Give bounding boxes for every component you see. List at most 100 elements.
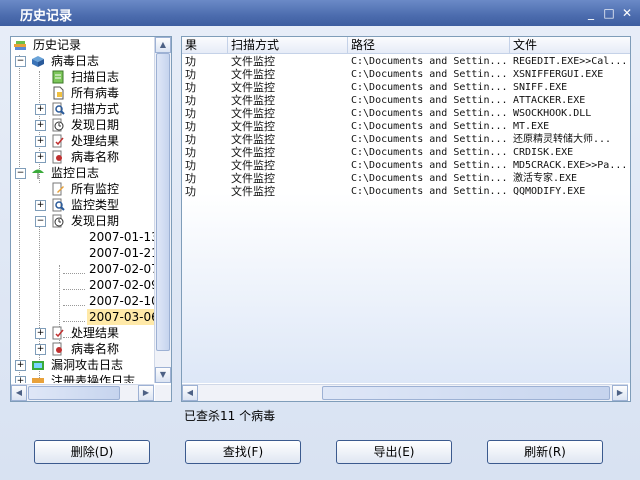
table-cell[interactable]: 功 xyxy=(185,107,223,120)
table-cell[interactable]: XSNIFFERGUI.EXE xyxy=(513,68,629,81)
expand-icon[interactable]: + xyxy=(35,344,46,355)
table-cell[interactable]: 功 xyxy=(185,81,223,94)
refresh-button[interactable]: 刷新(R) xyxy=(487,440,603,464)
clock-icon xyxy=(51,118,65,132)
find-button[interactable]: 查找(F) xyxy=(185,440,301,464)
tree-node-date[interactable]: 2007-01-21 xyxy=(87,245,154,261)
table-cell[interactable]: C:\Documents and Settin... xyxy=(351,120,506,133)
expand-icon[interactable]: + xyxy=(35,328,46,339)
table-cell[interactable]: C:\Documents and Settin... xyxy=(351,146,506,159)
tree-horizontal-scrollbar[interactable]: ◀ ▶ xyxy=(11,384,154,401)
maximize-button[interactable]: □ xyxy=(602,6,616,20)
table-cell[interactable]: 文件监控 xyxy=(231,81,343,94)
table-cell[interactable]: REGEDIT.EXE>>Cal... xyxy=(513,55,629,68)
tree-node-label: 所有监控 xyxy=(71,182,120,196)
table-cell[interactable]: 功 xyxy=(185,172,223,185)
table-cell[interactable]: 功 xyxy=(185,120,223,133)
minimize-button[interactable]: _ xyxy=(584,6,598,20)
export-button[interactable]: 导出(E) xyxy=(336,440,452,464)
table-cell[interactable]: 功 xyxy=(185,159,223,172)
record-list-panel[interactable]: 果 扫描方式 路径 文件 功文件监控 C:\Documents and Setti… xyxy=(181,36,631,402)
column-header-path[interactable]: 路径 xyxy=(348,37,510,54)
tree-node-date[interactable]: 2007-01-13 xyxy=(87,229,154,245)
table-cell[interactable]: 文件监控 xyxy=(231,94,343,107)
expand-icon[interactable]: + xyxy=(35,120,46,131)
table-cell[interactable]: 功 xyxy=(185,146,223,159)
tree-node-label: 历史记录 xyxy=(33,38,82,52)
tree-node-date-selected[interactable]: 2007-03-06 xyxy=(87,309,154,325)
table-cell[interactable]: 功 xyxy=(185,133,223,146)
expand-icon[interactable]: + xyxy=(35,104,46,115)
window-title: 历史记录 xyxy=(20,9,73,24)
table-cell[interactable]: 文件监控 xyxy=(231,133,343,146)
table-cell[interactable]: 功 xyxy=(185,68,223,81)
table-cell[interactable]: QQMODIFY.EXE xyxy=(513,185,629,198)
magnifier-icon xyxy=(51,198,65,212)
scroll-thumb[interactable] xyxy=(156,53,170,351)
title-bar[interactable]: 历史记录 _ □ ✕ xyxy=(0,0,640,26)
table-cell[interactable]: 功 xyxy=(185,55,223,68)
tree-node-date[interactable]: 2007-02-10 xyxy=(87,293,154,309)
expand-icon[interactable]: + xyxy=(15,376,26,383)
table-cell[interactable]: 功 xyxy=(185,94,223,107)
scroll-down-button[interactable]: ▼ xyxy=(155,367,171,383)
expand-icon[interactable]: + xyxy=(35,136,46,147)
clock-icon xyxy=(51,214,65,228)
collapse-icon[interactable]: − xyxy=(15,56,26,67)
tree-node-label: 漏洞攻击日志 xyxy=(51,358,124,372)
table-cell[interactable]: 文件监控 xyxy=(231,185,343,198)
table-cell[interactable]: MT.EXE xyxy=(513,120,629,133)
table-cell[interactable]: CRDISK.EXE xyxy=(513,146,629,159)
scroll-left-button[interactable]: ◀ xyxy=(11,385,27,401)
expand-icon[interactable]: + xyxy=(35,152,46,163)
tree-node-date[interactable]: 2007-02-09 xyxy=(87,277,154,293)
table-cell[interactable]: C:\Documents and Settin... xyxy=(351,133,506,146)
scroll-right-button[interactable]: ▶ xyxy=(612,385,628,401)
scroll-right-button[interactable]: ▶ xyxy=(138,385,154,401)
expand-icon[interactable]: + xyxy=(35,200,46,211)
table-cell[interactable]: 功 xyxy=(185,185,223,198)
date-label: 2007-02-07 xyxy=(89,262,154,276)
collapse-icon[interactable]: − xyxy=(35,216,46,227)
table-cell[interactable]: 文件监控 xyxy=(231,68,343,81)
tree-node-label: 病毒日志 xyxy=(51,54,100,68)
table-cell[interactable]: 文件监控 xyxy=(231,172,343,185)
table-cell[interactable]: C:\Documents and Settin... xyxy=(351,185,506,198)
table-cell[interactable]: 还原精灵转储大师... xyxy=(513,133,629,146)
column-header-result[interactable]: 果 xyxy=(182,37,228,54)
expand-icon[interactable]: + xyxy=(15,360,26,371)
table-cell[interactable]: 文件监控 xyxy=(231,146,343,159)
scroll-thumb[interactable] xyxy=(322,386,610,400)
result-icon xyxy=(51,326,65,340)
table-cell[interactable]: C:\Documents and Settin... xyxy=(351,172,506,185)
table-cell[interactable]: MD5CRACK.EXE>>Pa... xyxy=(513,159,629,172)
table-cell[interactable]: 文件监控 xyxy=(231,55,343,68)
column-header-file[interactable]: 文件 xyxy=(510,37,630,54)
date-label: 2007-01-13 xyxy=(89,230,154,244)
virus-name-icon xyxy=(51,150,65,164)
tree-vertical-scrollbar[interactable]: ▲ ▼ xyxy=(154,37,171,383)
column-header-scan-mode[interactable]: 扫描方式 xyxy=(228,37,348,54)
scroll-left-button[interactable]: ◀ xyxy=(182,385,198,401)
table-cell[interactable]: C:\Documents and Settin... xyxy=(351,55,506,68)
table-cell[interactable]: C:\Documents and Settin... xyxy=(351,107,506,120)
table-cell[interactable]: C:\Documents and Settin... xyxy=(351,94,506,107)
table-cell[interactable]: 激活专家.EXE xyxy=(513,172,629,185)
log-tree-panel[interactable]: 历史记录 − 病毒日志 扫描日志 所有病毒 + 扫描方式 + 发现日期 + 处理… xyxy=(10,36,172,402)
table-cell[interactable]: C:\Documents and Settin... xyxy=(351,68,506,81)
delete-button[interactable]: 删除(D) xyxy=(34,440,150,464)
table-cell[interactable]: ATTACKER.EXE xyxy=(513,94,629,107)
table-cell[interactable]: 文件监控 xyxy=(231,159,343,172)
close-button[interactable]: ✕ xyxy=(620,6,634,20)
table-cell[interactable]: 文件监控 xyxy=(231,120,343,133)
table-cell[interactable]: C:\Documents and Settin... xyxy=(351,81,506,94)
tree-node-date[interactable]: 2007-02-07 xyxy=(87,261,154,277)
list-horizontal-scrollbar[interactable]: ◀ ▶ xyxy=(182,384,628,401)
scroll-thumb[interactable] xyxy=(28,386,120,400)
table-cell[interactable]: WSOCKHOOK.DLL xyxy=(513,107,629,120)
table-cell[interactable]: 文件监控 xyxy=(231,107,343,120)
scroll-up-button[interactable]: ▲ xyxy=(155,37,171,53)
collapse-icon[interactable]: − xyxy=(15,168,26,179)
table-cell[interactable]: C:\Documents and Settin... xyxy=(351,159,506,172)
table-cell[interactable]: SNIFF.EXE xyxy=(513,81,629,94)
